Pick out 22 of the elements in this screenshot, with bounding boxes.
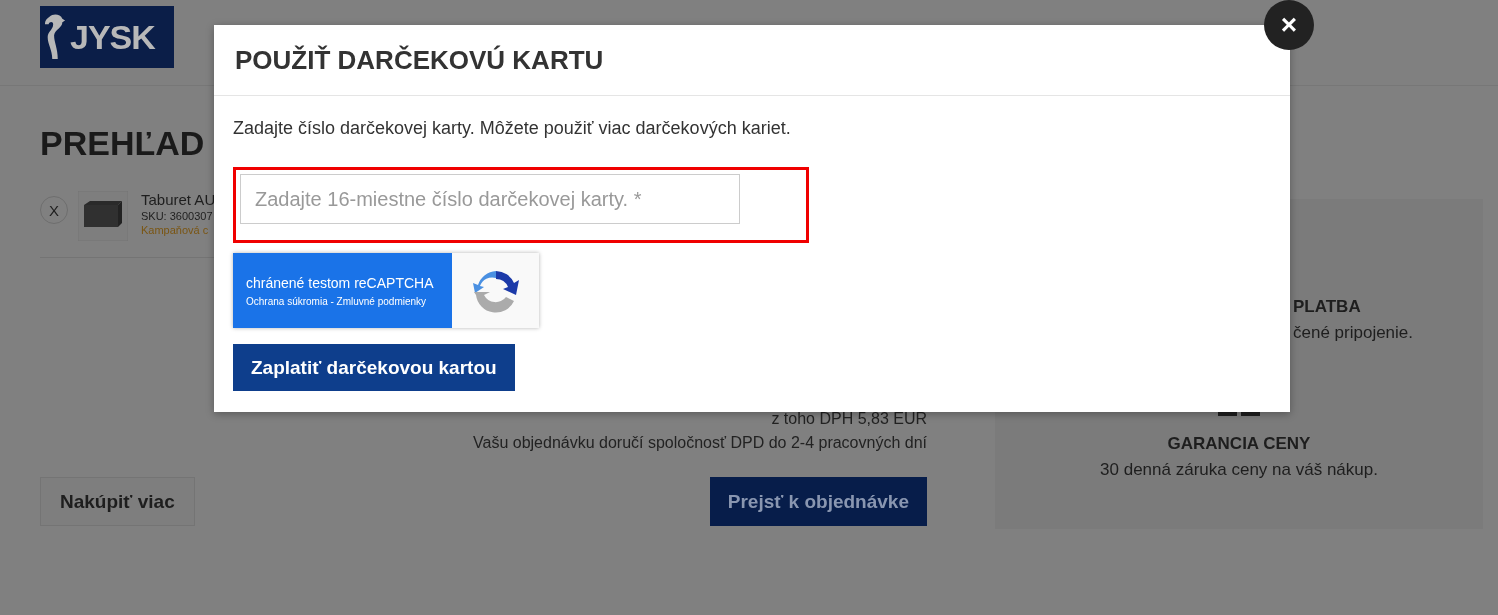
- instruction-text: Zadajte číslo darčekovej karty. Môžete použiť viac darčekových kariet.: [233, 118, 791, 139]
- close-button[interactable]: ×: [1264, 0, 1314, 50]
- product-sku: SKU: 3600307: [141, 210, 214, 222]
- remove-button[interactable]: X: [40, 196, 68, 224]
- product-name[interactable]: Taburet AU: [141, 191, 216, 208]
- campaign-label: Kampaňová c: [141, 224, 210, 236]
- logo-text: JYSK: [70, 17, 155, 57]
- continue-shopping-button[interactable]: Nakúpiť viac: [40, 477, 195, 526]
- dialog-title: POUŽIŤ DARČEKOVÚ KARTU: [235, 44, 604, 76]
- card-number-field[interactable]: Zadajte 16-miestne číslo darčekovej karty. *: [240, 174, 740, 224]
- checkout-button[interactable]: Prejsť k objednávke: [709, 477, 927, 526]
- benefit-text: čené pripojenie.: [1293, 323, 1414, 343]
- benefit-title: PLATBA: [1293, 297, 1361, 317]
- summary-text: Vašu objednávku doručí spoločnosť DPD do 2-4 pracovných dní: [473, 434, 927, 452]
- logo[interactable]: JYSK: [40, 6, 174, 68]
- benefit-title: GARANCIA CENY: [1167, 434, 1311, 454]
- recaptcha-links[interactable]: Ochrana súkromia - Zmluvné podmienky: [246, 295, 452, 307]
- benefit-text: 30 denná záruka ceny na váš nákup.: [1100, 460, 1378, 480]
- summary-text: z toho DPH 5,83 EUR: [771, 410, 927, 428]
- pay-with-gift-card-button[interactable]: Zaplatiť darčekovou kartou: [233, 344, 515, 391]
- recaptcha-text: chránené testom reCAPTCHA: [246, 274, 435, 291]
- page-title: PREHĽAD: [40, 124, 205, 163]
